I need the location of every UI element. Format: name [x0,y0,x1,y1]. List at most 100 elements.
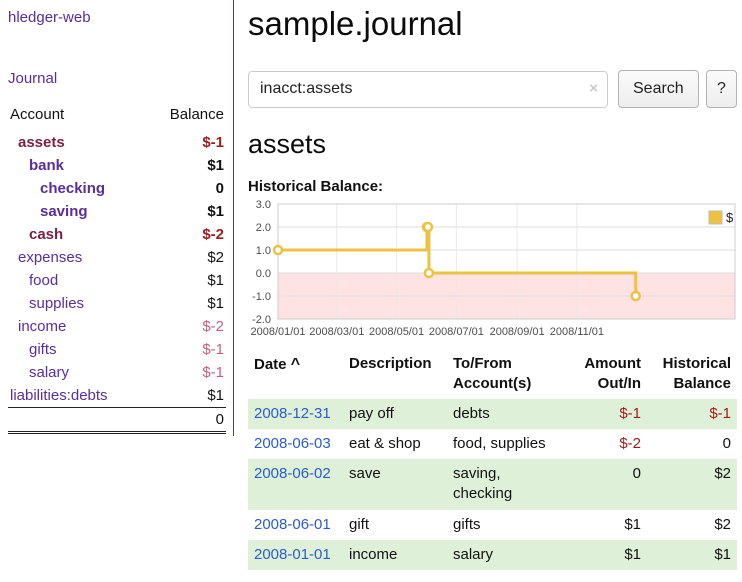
accounts-header-balance: Balance [147,104,226,131]
account-name-cell: expenses [8,246,147,269]
register-description-cell: pay off [343,399,447,429]
account-name-cell: cash [8,223,147,246]
account-name-cell: income [8,315,147,338]
account-link-bank[interactable]: bank [29,157,64,174]
x-tick-label: 2008/05/01 [369,326,424,338]
x-tick-label: 2008/09/01 [490,326,545,338]
account-balance: $-2 [147,223,226,246]
register-amount-cell: $-2 [572,429,647,459]
account-balance: 0 [147,177,226,200]
search-input[interactable] [248,71,608,108]
account-name-cell: food [8,269,147,292]
register-row: 2008-06-02savesaving, checking0$2 [248,459,737,510]
date-link[interactable]: 2008-06-03 [254,435,331,452]
account-name-cell: supplies [8,292,147,315]
register-balance-cell: 0 [647,429,737,459]
data-point-marker [424,223,432,231]
account-link-expenses[interactable]: expenses [18,249,82,266]
account-row: expenses$2 [8,246,226,269]
register-row: 2008-12-31pay offdebts$-1$-1 [248,399,737,429]
accounts-total-row: 0 [8,408,226,433]
x-tick-label: 2008/07/01 [429,326,484,338]
account-row: salary$-1 [8,361,226,384]
accounts-total-spacer [8,408,147,433]
date-link[interactable]: 2008-06-02 [254,465,331,482]
accounts-table: Account Balance assets $-1 bank $1 checking 0… [8,104,226,434]
register-amount-cell: 0 [572,459,647,510]
register-row: 2008-06-01giftgifts$1$2 [248,510,737,540]
account-balance: $-2 [147,315,226,338]
account-row: food$1 [8,269,226,292]
account-link-supplies[interactable]: supplies [29,295,84,312]
account-name-cell: salary [8,361,147,384]
accounts-header-row: Account Balance [8,104,226,131]
register-table: Date ^ Description To/From Account(s) Am… [248,352,737,570]
journal-link[interactable]: Journal [8,70,233,87]
register-date-cell: 2008-12-31 [248,399,343,429]
register-balance-cell: $1 [647,540,737,570]
y-tick-label: -2.0 [252,314,271,326]
date-link[interactable]: 2008-12-31 [254,405,331,422]
y-tick-label: 2.0 [256,222,271,234]
account-link-checking[interactable]: checking [40,180,105,197]
account-link-food[interactable]: food [29,272,58,289]
register-description-cell: gift [343,510,447,540]
page-title: sample.journal [248,5,738,43]
account-link-salary[interactable]: salary [29,364,69,381]
x-tick-label: 2008/01/01 [250,326,305,338]
app-title-link[interactable]: hledger-web [8,9,91,26]
register-header-row: Date ^ Description To/From Account(s) Am… [248,352,737,399]
account-name-cell: checking [8,177,147,200]
register-description-cell: save [343,459,447,510]
account-link-gifts[interactable]: gifts [29,341,57,358]
register-row: 2008-01-01incomesalary$1$1 [248,540,737,570]
sidebar-divider [233,0,234,436]
register-date-cell: 2008-06-01 [248,510,343,540]
account-link-liabilities-debts[interactable]: liabilities:debts [10,387,108,404]
chart-title: Historical Balance: [248,178,738,195]
account-balance: $-1 [147,338,226,361]
data-point-marker [425,269,433,277]
register-header-date-label: Date [254,356,287,373]
register-row: 2008-06-03eat & shopfood, supplies$-20 [248,429,737,459]
register-header-description: Description [343,352,447,399]
accounts-total-value: 0 [147,408,226,433]
main-content: sample.journal × Search ? assets Histori… [248,0,738,570]
date-link[interactable]: 2008-06-01 [254,516,331,533]
register-header-accounts: To/From Account(s) [447,352,572,399]
register-amount-cell: $-1 [572,399,647,429]
date-link[interactable]: 2008-01-01 [254,546,331,563]
account-link-saving[interactable]: saving [40,203,88,220]
account-row: saving $1 [8,200,226,223]
sort-asc-icon[interactable]: ^ [291,356,300,373]
account-name-cell: saving [8,200,147,223]
legend-swatch [709,211,722,224]
register-accounts-cell: saving, checking [447,459,572,510]
account-name-cell: gifts [8,338,147,361]
register-header-date[interactable]: Date ^ [248,352,343,399]
account-row: supplies $1 [8,292,226,315]
account-row: bank $1 [8,154,226,177]
register-amount-cell: $1 [572,510,647,540]
y-tick-label: 0.0 [256,268,271,280]
historical-balance-chart: 3.02.01.00.0-1.0-2.02008/01/012008/03/01… [248,198,740,340]
account-link-cash[interactable]: cash [29,226,63,243]
register-balance-cell: $2 [647,510,737,540]
account-link-assets[interactable]: assets [18,134,65,151]
account-link-income[interactable]: income [18,318,66,335]
account-balance: $1 [147,154,226,177]
y-tick-label: 3.0 [256,199,271,211]
account-name-cell: liabilities:debts [8,384,147,408]
clear-search-icon[interactable]: × [589,80,598,97]
register-header-amount: Amount Out/In [572,352,647,399]
search-button[interactable]: Search [618,70,699,108]
register-date-cell: 2008-06-03 [248,429,343,459]
register-header-balance: Historical Balance [647,352,737,399]
register-accounts-cell: salary [447,540,572,570]
help-button[interactable]: ? [706,70,737,108]
account-balance: $1 [147,292,226,315]
account-heading: assets [248,129,738,160]
account-balance: $1 [147,200,226,223]
register-accounts-cell: debts [447,399,572,429]
account-balance: $1 [147,384,226,408]
